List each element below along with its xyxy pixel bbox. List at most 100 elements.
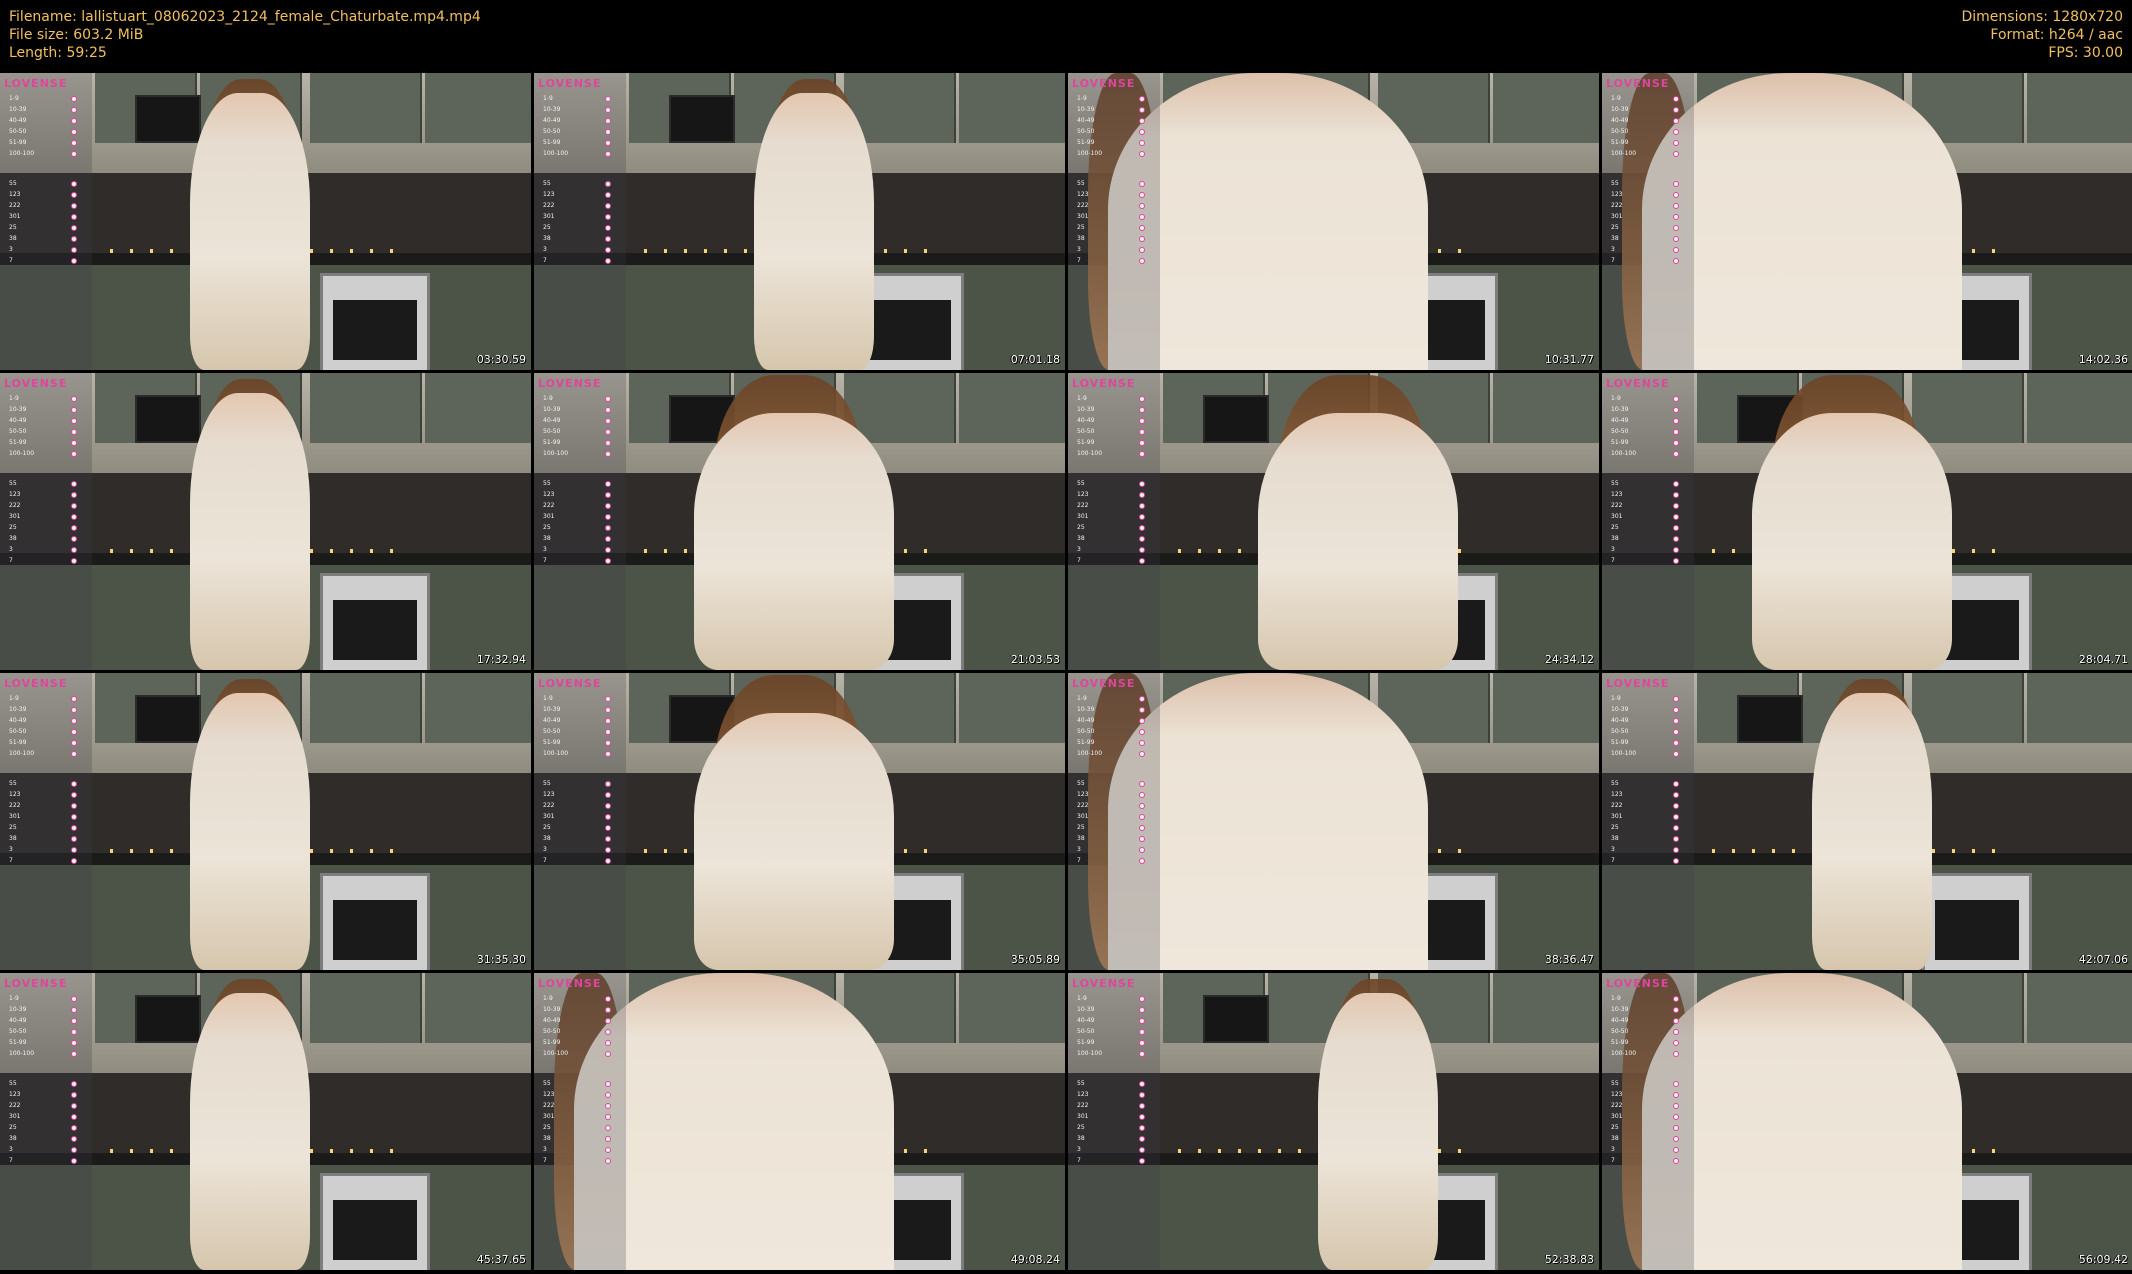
video-thumbnail[interactable]: LOVENSE 1-9 10-39 40-49 50-50 51-99 100-100 55 1… [534,73,1065,370]
vibe-level-icon [1673,236,1679,242]
vibe-level-icon [1139,247,1145,253]
vibe-level-icon [1139,407,1145,413]
upper-cabinet [425,973,531,1043]
tip-level-label: 3 [1611,1146,1615,1153]
tip-level-label: 222 [1611,1102,1623,1109]
tip-level-label: 123 [9,791,21,798]
vibe-level-icon [1139,718,1145,724]
vibe-level-icon [71,107,77,113]
vibe-level-icon [71,1147,77,1153]
tip-level-label: 38 [1077,835,1085,842]
vibe-level-icon [1139,129,1145,135]
vibe-level-icon [605,1114,611,1120]
tip-level-label: 301 [543,513,555,520]
vibe-level-icon [1139,814,1145,820]
tip-level-label: 50-50 [543,1028,561,1035]
vibe-level-icon [1673,1007,1679,1013]
vibe-level-icon [1673,1092,1679,1098]
tip-level-label: 38 [1611,835,1619,842]
video-thumbnail[interactable]: LOVENSE 1-9 10-39 40-49 50-50 51-99 100-100 55 1… [0,73,531,370]
tip-level-label: 51-99 [1077,739,1095,746]
tip-level-label: 51-99 [543,139,561,146]
vibe-level-icon [71,847,77,853]
video-thumbnail[interactable]: LOVENSE 1-9 10-39 40-49 50-50 51-99 100-100 55 1… [1068,973,1599,1270]
vibe-level-icon [605,558,611,564]
video-thumbnail[interactable]: LOVENSE 1-9 10-39 40-49 50-50 51-99 100-100 55 1… [534,373,1065,670]
vibe-level-icon [605,418,611,424]
tip-level-label: 7 [1611,257,1615,264]
video-thumbnail[interactable]: LOVENSE 1-9 10-39 40-49 50-50 51-99 100-100 55 1… [0,373,531,670]
tip-level-label: 38 [543,235,551,242]
vibe-level-icon [1139,740,1145,746]
tip-level-label: 123 [1611,1091,1623,1098]
vibe-level-icon [1673,118,1679,124]
vibe-level-icon [71,825,77,831]
tip-level-label: 50-50 [9,728,27,735]
tip-level-label: 3 [1077,546,1081,553]
video-thumbnail[interactable]: LOVENSE 1-9 10-39 40-49 50-50 51-99 100-100 55 1… [1602,373,2132,670]
vibe-level-icon [71,451,77,457]
vibe-level-icon [1673,847,1679,853]
vibe-level-icon [1139,140,1145,146]
video-thumbnail[interactable]: LOVENSE 1-9 10-39 40-49 50-50 51-99 100-100 55 1… [1068,373,1599,670]
video-thumbnail[interactable]: LOVENSE 1-9 10-39 40-49 50-50 51-99 100-100 55 1… [1602,73,2132,370]
thumbnail-timestamp: 56:09.42 [2078,1253,2128,1266]
vibe-level-icon [1139,729,1145,735]
video-thumbnail[interactable]: LOVENSE 1-9 10-39 40-49 50-50 51-99 100-100 55 1… [1068,73,1599,370]
video-thumbnail[interactable]: LOVENSE 1-9 10-39 40-49 50-50 51-99 100-100 55 1… [534,673,1065,970]
vibe-level-icon [1673,547,1679,553]
vibe-level-icon [1673,1114,1679,1120]
tip-level-label: 38 [9,1135,17,1142]
tip-level-label: 40-49 [543,717,561,724]
vibe-level-icon [605,118,611,124]
vibe-level-icon [605,858,611,864]
tip-menu-overlay: LOVENSE 1-9 10-39 40-49 50-50 51-99 100-100 55 1… [534,373,626,670]
tip-level-label: 100-100 [543,450,569,457]
vibe-level-icon [1673,225,1679,231]
vibe-level-icon [71,1018,77,1024]
tip-level-label: 123 [543,191,555,198]
video-thumbnail[interactable]: LOVENSE 1-9 10-39 40-49 50-50 51-99 100-100 55 1… [534,973,1065,1270]
tip-level-label: 222 [9,502,21,509]
vibe-level-icon [71,996,77,1002]
thumbnail-timestamp: 24:34.12 [1544,653,1594,666]
vibe-level-icon [605,192,611,198]
thumbnail-timestamp: 35:05.89 [1010,953,1060,966]
thumbnail-timestamp: 31:35.30 [476,953,526,966]
vibe-level-icon [605,1125,611,1131]
vibe-level-icon [1673,814,1679,820]
tip-level-label: 100-100 [9,750,35,757]
upper-cabinet [1912,373,2024,443]
thumbnail-timestamp: 07:01.18 [1010,353,1060,366]
tip-level-label: 50-50 [1077,728,1095,735]
video-thumbnail[interactable]: LOVENSE 1-9 10-39 40-49 50-50 51-99 100-100 55 1… [1602,673,2132,970]
tip-level-label: 10-39 [1077,1006,1095,1013]
tip-level-label: 301 [1611,813,1623,820]
vibe-level-icon [1139,451,1145,457]
vibe-level-icon [605,247,611,253]
vibe-level-icon [1139,547,1145,553]
tip-level-label: 1-9 [1611,95,1621,102]
vibe-level-icon [1139,214,1145,220]
tip-level-label: 1-9 [9,95,19,102]
tip-level-label: 51-99 [1077,439,1095,446]
vibe-level-icon [1673,1029,1679,1035]
vibe-level-icon [1139,236,1145,242]
vibe-level-icon [71,858,77,864]
video-thumbnail[interactable]: LOVENSE 1-9 10-39 40-49 50-50 51-99 100-100 55 1… [0,673,531,970]
thumbnail-timestamp: 45:37.65 [476,1253,526,1266]
vibe-level-icon [1673,1136,1679,1142]
vibe-level-icon [1139,847,1145,853]
tip-level-label: 55 [1611,180,1619,187]
vibe-level-icon [71,418,77,424]
video-thumbnail[interactable]: LOVENSE 1-9 10-39 40-49 50-50 51-99 100-100 55 1… [0,973,531,1270]
vibe-level-icon [1139,1007,1145,1013]
lovense-logo: LOVENSE [538,677,602,690]
upper-cabinet [959,73,1065,143]
lovense-logo: LOVENSE [1606,77,1670,90]
vibe-level-icon [1139,96,1145,102]
video-thumbnail[interactable]: LOVENSE 1-9 10-39 40-49 50-50 51-99 100-100 55 1… [1602,973,2132,1270]
tip-level-label: 38 [9,235,17,242]
tip-level-label: 25 [543,524,551,531]
video-thumbnail[interactable]: LOVENSE 1-9 10-39 40-49 50-50 51-99 100-100 55 1… [1068,673,1599,970]
